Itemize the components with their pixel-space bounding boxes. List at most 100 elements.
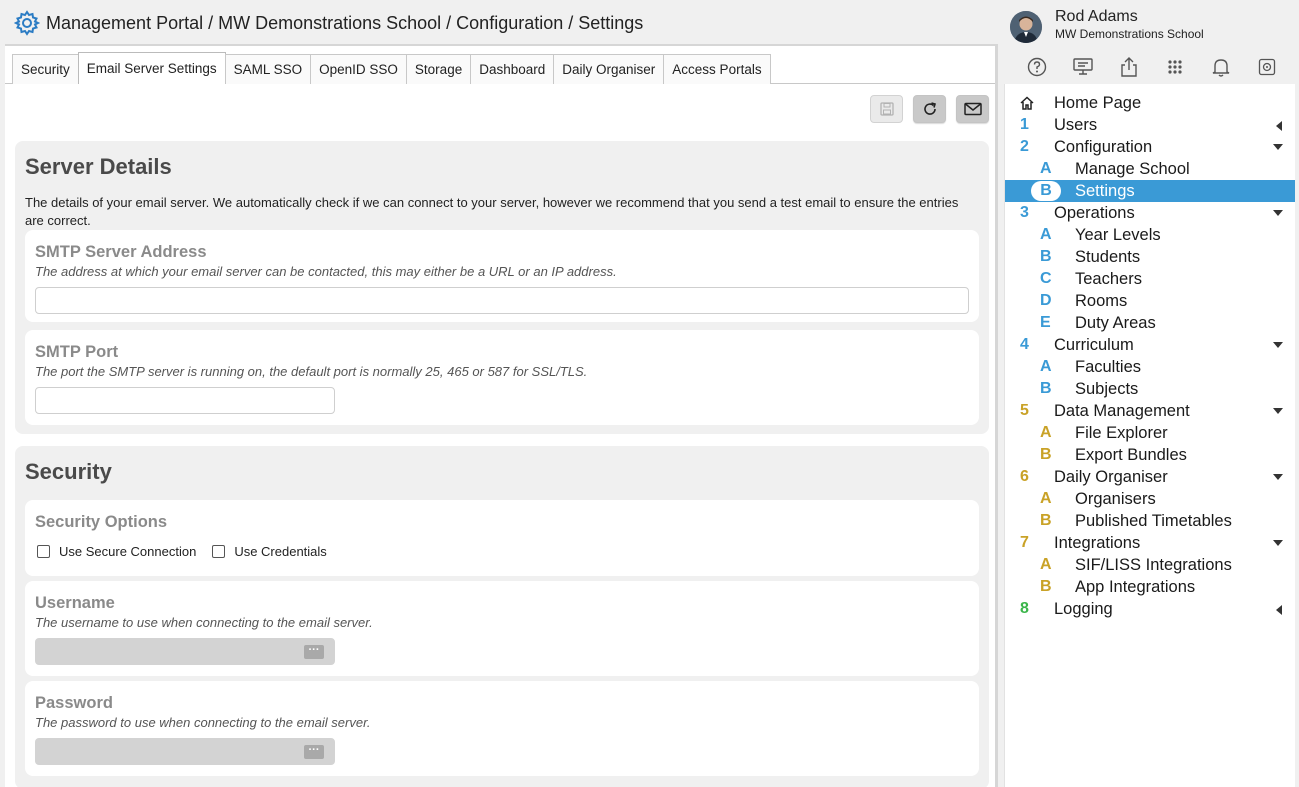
notifications-button[interactable] — [1198, 55, 1244, 79]
share-button[interactable] — [1106, 55, 1152, 79]
nav-item-logging[interactable]: 8 Logging — [1005, 598, 1295, 620]
nav-item-home-page[interactable]: Home Page — [1005, 92, 1295, 114]
apps-grid-icon — [1168, 60, 1182, 74]
send-test-email-button[interactable] — [956, 95, 989, 123]
smtp-address-input[interactable] — [35, 287, 969, 314]
use-secure-connection-label: Use Secure Connection — [59, 544, 197, 559]
nav-number: 1 — [1020, 116, 1029, 133]
use-secure-connection-option[interactable]: Use Secure Connection — [37, 544, 196, 559]
smtp-address-card: SMTP Server Address The address at which… — [25, 230, 979, 322]
help-icon — [1027, 57, 1047, 77]
tab-saml-sso[interactable]: SAML SSO — [224, 54, 312, 84]
nav-label: Published Timetables — [1075, 511, 1232, 530]
use-credentials-checkbox[interactable] — [212, 545, 226, 558]
username-label: Username — [35, 594, 115, 612]
security-options-card: Security Options Use Secure Connection U… — [25, 500, 979, 576]
nav-item-students[interactable]: B Students — [1005, 246, 1295, 268]
nav-item-integrations[interactable]: 7 Integrations — [1005, 532, 1295, 554]
tab-daily-organiser[interactable]: Daily Organiser — [553, 54, 665, 84]
username-card: Username The username to use when connec… — [25, 581, 979, 676]
server-details-heading: Server Details — [25, 154, 172, 179]
nav-item-sif-liss-integrations[interactable]: A SIF/LISS Integrations — [1005, 554, 1295, 576]
nav-label: Users — [1054, 115, 1098, 134]
password-label: Password — [35, 694, 113, 712]
nav-number: 2 — [1020, 138, 1029, 155]
smtp-port-label: SMTP Port — [35, 343, 119, 361]
nav-label: Curriculum — [1054, 335, 1134, 354]
smtp-port-input[interactable] — [35, 387, 335, 414]
settings-button[interactable] — [1244, 55, 1290, 79]
nav-item-organisers[interactable]: A Organisers — [1005, 488, 1295, 510]
save-button[interactable] — [870, 95, 903, 123]
tab-security[interactable]: Security — [12, 54, 79, 84]
nav-item-daily-organiser[interactable]: 6 Daily Organiser — [1005, 466, 1295, 488]
refresh-icon — [923, 102, 936, 115]
nav-number: B — [1031, 181, 1061, 201]
nav-item-settings[interactable]: B Settings — [1005, 180, 1295, 202]
nav-item-rooms[interactable]: D Rooms — [1005, 290, 1295, 312]
nav-item-curriculum[interactable]: 4 Curriculum — [1005, 334, 1295, 356]
nav-number: B — [1040, 380, 1052, 397]
nav-item-published-timetables[interactable]: B Published Timetables — [1005, 510, 1295, 532]
nav-number: A — [1040, 160, 1052, 177]
nav-item-manage-school[interactable]: A Manage School — [1005, 158, 1295, 180]
apps-button[interactable] — [1152, 55, 1198, 79]
chevron-down-icon — [1273, 408, 1283, 414]
nav-item-duty-areas[interactable]: E Duty Areas — [1005, 312, 1295, 334]
nav-number: 6 — [1020, 468, 1029, 485]
nav-label: Students — [1075, 247, 1141, 266]
nav-label: Faculties — [1075, 357, 1142, 376]
tab-email-server-settings[interactable]: Email Server Settings — [77, 52, 226, 84]
refresh-button[interactable] — [913, 95, 946, 123]
nav-item-configuration[interactable]: 2 Configuration — [1005, 136, 1295, 158]
nav-label: Export Bundles — [1075, 445, 1187, 464]
nav-label: Configuration — [1054, 137, 1153, 156]
tab-openid-sso[interactable]: OpenID SSO — [310, 54, 407, 84]
nav-label: Rooms — [1075, 291, 1128, 310]
nav-item-data-management[interactable]: 5 Data Management — [1005, 400, 1295, 422]
user-profile[interactable]: Rod Adams MW Demonstrations School — [1010, 8, 1204, 43]
help-button[interactable] — [1014, 55, 1060, 79]
tab-access-portals[interactable]: Access Portals — [663, 54, 771, 84]
nav-label: Integrations — [1054, 533, 1141, 552]
nav-item-year-levels[interactable]: A Year Levels — [1005, 224, 1295, 246]
main-panel: Security Email Server Settings SAML SSO … — [5, 44, 998, 787]
tab-dashboard[interactable]: Dashboard — [470, 54, 555, 84]
nav-label: Manage School — [1075, 159, 1190, 178]
nav-item-teachers[interactable]: C Teachers — [1005, 268, 1295, 290]
smtp-address-label: SMTP Server Address — [35, 243, 207, 261]
breadcrumb-title: Management Portal / MW Demonstrations Sc… — [46, 12, 644, 33]
nav-number: 5 — [1020, 402, 1029, 419]
smtp-port-card: SMTP Port The port the SMTP server is ru… — [25, 330, 979, 425]
nav-item-operations[interactable]: 3 Operations — [1005, 202, 1295, 224]
nav-item-users[interactable]: 1 Users — [1005, 114, 1295, 136]
nav-item-subjects[interactable]: B Subjects — [1005, 378, 1295, 400]
avatar-image — [1010, 11, 1042, 43]
chevron-left-icon — [1276, 605, 1282, 615]
presentation-icon — [1073, 58, 1093, 75]
sidebar-nav: Home Page 1 Users 2 Configuration A Mana… — [1004, 84, 1295, 787]
chevron-down-icon — [1273, 540, 1283, 546]
server-details-section: Server Details The details of your email… — [15, 141, 989, 434]
nav-item-faculties[interactable]: A Faculties — [1005, 356, 1295, 378]
nav-item-app-integrations[interactable]: B App Integrations — [1005, 576, 1295, 598]
nav-number: A — [1040, 490, 1052, 507]
nav-item-file-explorer[interactable]: A File Explorer — [1005, 422, 1295, 444]
nav-number: 7 — [1020, 534, 1029, 551]
nav-label: Subjects — [1075, 379, 1139, 398]
nav-number: B — [1040, 578, 1052, 595]
password-manager-icon: ··· — [304, 745, 324, 759]
nav-number: B — [1040, 446, 1052, 463]
presentation-button[interactable] — [1060, 55, 1106, 79]
nav-label: File Explorer — [1075, 423, 1168, 442]
use-secure-connection-checkbox[interactable] — [37, 545, 50, 558]
use-credentials-option[interactable]: Use Credentials — [212, 544, 327, 559]
password-manager-icon: ··· — [304, 645, 324, 659]
server-details-description: The details of your email server. We aut… — [25, 195, 959, 228]
share-icon — [1121, 57, 1137, 77]
username-hint: The username to use when connecting to t… — [35, 615, 373, 630]
tab-storage[interactable]: Storage — [405, 54, 472, 84]
nav-label: Organisers — [1075, 489, 1156, 508]
nav-item-export-bundles[interactable]: B Export Bundles — [1005, 444, 1295, 466]
security-options-label: Security Options — [35, 513, 168, 531]
